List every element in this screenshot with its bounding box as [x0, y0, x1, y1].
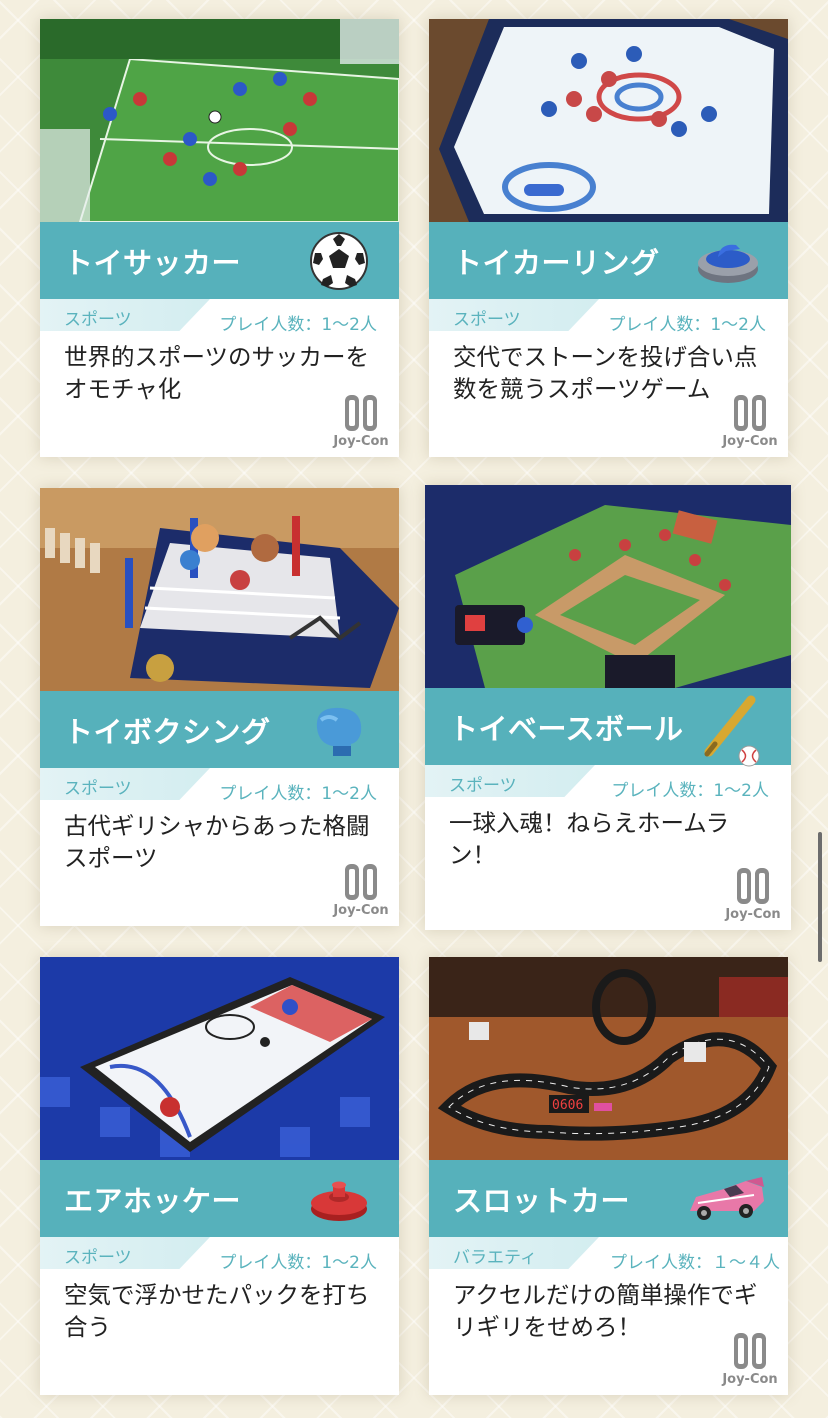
svg-text:0606: 0606 — [552, 1098, 583, 1113]
card-meta-row: スポーツ プレイ人数：1～2人 — [429, 299, 788, 335]
joy-con-label: Joy-Con — [722, 434, 778, 449]
player-count: プレイ人数：1～2人 — [611, 781, 769, 801]
joy-con-icon — [737, 868, 769, 904]
game-card-toy-curling[interactable]: トイカーリング スポーツ プレイ人数：1～2人 交代でストーンを投げ合い点数を競… — [429, 19, 788, 457]
game-card-slot-car[interactable]: 0606 スロットカー バラエティ プレイ人数：１～４人 アクセルだけの簡単操作… — [429, 957, 788, 1395]
card-title: トイボクシング — [64, 714, 271, 749]
toy-boxing-ring-image — [40, 488, 399, 691]
toy-soccer-table-image — [40, 19, 399, 222]
card-title-bar: トイカーリング — [429, 222, 788, 299]
card-title: スロットカー — [453, 1183, 631, 1218]
category-label: スポーツ — [64, 1248, 132, 1268]
card-description: 交代でストーンを投げ合い点数を競うスポーツゲーム — [453, 343, 758, 403]
player-count: プレイ人数：1～2人 — [219, 315, 377, 335]
game-card-toy-baseball[interactable]: トイベースボール スポーツ プレイ人数：1～2人 一球入魂！ねらえホームラン！ … — [425, 485, 791, 930]
game-card-toy-boxing[interactable]: トイボクシング スポーツ プレイ人数：1～2人 古代ギリシャからあった格闘スポー… — [40, 488, 399, 926]
player-count: プレイ人数：1～2人 — [219, 1253, 377, 1273]
joy-con-badge: Joy-Con — [723, 867, 783, 922]
category-label: スポーツ — [449, 776, 517, 796]
card-title-bar: トイボクシング — [40, 691, 399, 768]
card-meta-row: スポーツ プレイ人数：1～2人 — [40, 768, 399, 804]
joy-con-label: Joy-Con — [333, 434, 389, 449]
baseball-bat-icon — [699, 694, 763, 768]
toy-curling-table-image — [429, 19, 788, 222]
card-title: トイサッカー — [64, 245, 242, 280]
card-meta-row: スポーツ プレイ人数：1～2人 — [425, 765, 791, 801]
joy-con-icon — [345, 395, 377, 431]
joy-con-icon — [734, 395, 766, 431]
card-meta-row: スポーツ プレイ人数：1～2人 — [40, 299, 399, 335]
race-car-icon — [684, 1167, 768, 1231]
card-description: アクセルだけの簡単操作でギリギリをせめろ！ — [453, 1281, 758, 1341]
card-title-bar: トイベースボール — [425, 688, 791, 768]
card-description: 古代ギリシャからあった格闘スポーツ — [64, 812, 370, 872]
category-label: スポーツ — [453, 310, 521, 330]
joy-con-badge: Joy-Con — [331, 863, 391, 918]
card-title: トイベースボール — [449, 711, 684, 746]
category-label: スポーツ — [64, 779, 132, 799]
game-card-toy-soccer[interactable]: トイサッカー スポーツ プレイ人数：1～2人 世界的スポーツのサッカーをオモチャ… — [40, 19, 399, 457]
curling-stone-icon — [696, 229, 760, 293]
card-title-bar: エアホッケー — [40, 1160, 399, 1237]
card-description: 世界的スポーツのサッカーをオモチャ化 — [64, 343, 370, 403]
vertical-scrollbar[interactable] — [818, 832, 822, 962]
joy-con-badge: Joy-Con — [331, 394, 391, 449]
player-count: プレイ人数：１～４人 — [610, 1253, 780, 1273]
card-meta-row: スポーツ プレイ人数：1～2人 — [40, 1237, 399, 1273]
player-count: プレイ人数：1～2人 — [608, 315, 766, 335]
joy-con-icon — [734, 1333, 766, 1369]
player-count: プレイ人数：1～2人 — [219, 784, 377, 804]
joy-con-badge: Joy-Con — [720, 394, 780, 449]
category-label: スポーツ — [64, 310, 132, 330]
slot-car-track-image: 0606 — [429, 957, 788, 1160]
card-description: 空気で浮かせたパックを打ち合う — [64, 1281, 370, 1341]
card-title: トイカーリング — [453, 245, 660, 280]
card-title: エアホッケー — [64, 1183, 242, 1218]
air-hockey-table-image — [40, 957, 399, 1160]
game-card-air-hockey[interactable]: エアホッケー スポーツ プレイ人数：1～2人 空気で浮かせたパックを打ち合う — [40, 957, 399, 1395]
joy-con-badge: Joy-Con — [720, 1332, 780, 1387]
joy-con-label: Joy-Con — [722, 1372, 778, 1387]
card-title-bar: スロットカー — [429, 1160, 788, 1237]
card-description: 一球入魂！ねらえホームラン！ — [449, 809, 730, 869]
joy-con-label: Joy-Con — [725, 907, 781, 922]
toy-baseball-field-image — [425, 485, 791, 688]
boxing-glove-icon — [307, 698, 371, 762]
air-hockey-mallet-icon — [307, 1167, 371, 1231]
card-meta-row: バラエティ プレイ人数：１～４人 — [429, 1237, 788, 1273]
joy-con-icon — [345, 864, 377, 900]
soccer-ball-icon — [307, 229, 371, 293]
category-label: バラエティ — [453, 1248, 537, 1268]
card-title-bar: トイサッカー — [40, 222, 399, 299]
joy-con-label: Joy-Con — [333, 903, 389, 918]
